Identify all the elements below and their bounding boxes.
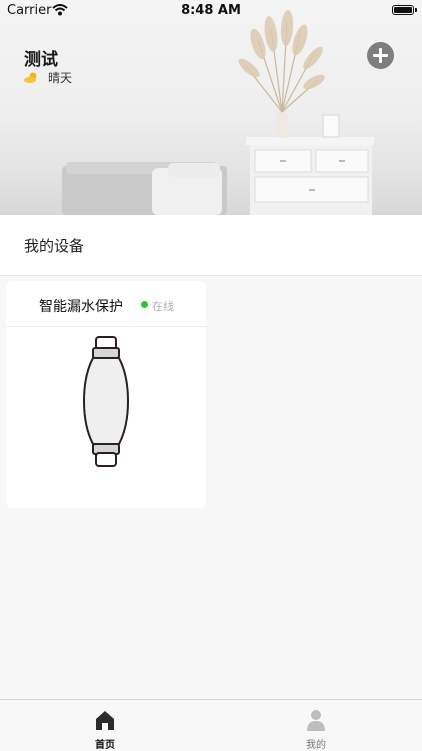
tab-mine-label: 我的 xyxy=(306,740,326,751)
device-card-header: 智能漏水保护 在线 xyxy=(6,281,206,327)
my-devices-section: 我的设备 xyxy=(0,215,422,276)
weather-text: 晴天 xyxy=(48,71,73,85)
add-device-button[interactable] xyxy=(367,42,394,69)
water-leak-protector-icon xyxy=(82,336,130,467)
tab-bar: 首页 我的 xyxy=(0,699,422,751)
room-background-image xyxy=(62,10,374,215)
status-bar: Carrier 8:48 AM xyxy=(0,0,422,22)
clock: 8:48 AM xyxy=(181,3,241,18)
home-icon xyxy=(96,711,114,730)
weather-info: 晴天 xyxy=(24,69,72,86)
tab-mine[interactable]: 我的 xyxy=(286,700,346,751)
partly-sunny-icon xyxy=(24,72,37,83)
tab-home[interactable]: 首页 xyxy=(75,700,135,751)
device-name: 智能漏水保护 xyxy=(39,299,123,315)
battery-icon xyxy=(392,5,417,15)
tab-home-label: 首页 xyxy=(95,740,115,751)
device-card[interactable]: 智能漏水保护 在线 xyxy=(6,281,206,508)
device-status: 在线 xyxy=(152,300,174,313)
home-title[interactable]: 测试 xyxy=(24,45,58,70)
section-title: 我的设备 xyxy=(24,237,85,255)
online-status-dot xyxy=(141,301,148,308)
user-icon xyxy=(307,710,325,731)
header-banner: 测试 晴天 xyxy=(0,0,422,215)
